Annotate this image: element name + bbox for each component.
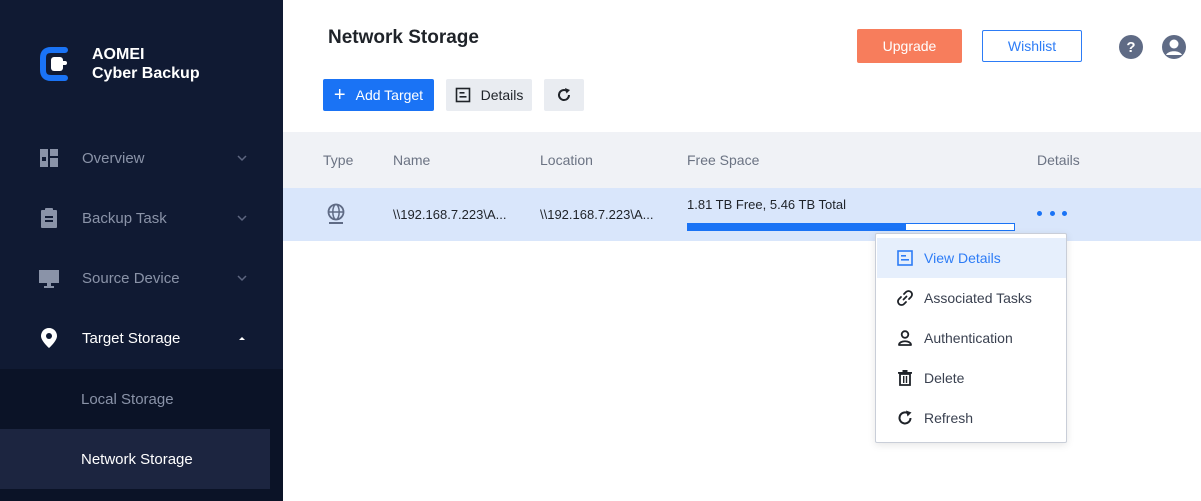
location-pin-icon <box>41 328 57 348</box>
chevron-down-icon <box>237 275 247 282</box>
add-target-label: Add Target <box>355 87 424 103</box>
sidebar-item-local-storage[interactable]: Local Storage <box>0 369 270 429</box>
menu-item-label: Delete <box>924 370 965 386</box>
sidebar-item-label: Backup Task <box>82 209 167 227</box>
target-storage-submenu: Local Storage Network Storage <box>0 369 283 501</box>
main-content: Network Storage Upgrade Wishlist ? + Add… <box>283 0 1201 501</box>
page-title: Network Storage <box>328 27 479 48</box>
column-header-name: Name <box>393 152 431 168</box>
wishlist-button[interactable]: Wishlist <box>982 30 1082 62</box>
brand: AOMEI Cyber Backup <box>37 44 200 84</box>
refresh-button[interactable] <box>544 79 584 111</box>
chevron-down-icon <box>237 215 247 222</box>
refresh-icon <box>898 410 912 425</box>
menu-item-label: Authentication <box>924 330 1013 346</box>
details-label: Details <box>480 87 524 103</box>
menu-item-view-details[interactable]: View Details <box>877 238 1066 278</box>
column-header-free-space: Free Space <box>687 152 760 168</box>
refresh-icon <box>558 88 571 101</box>
sidebar-item-label: Local Storage <box>81 390 174 408</box>
clipboard-icon <box>41 208 57 228</box>
table-header: Type Name Location Free Space Details <box>283 132 1201 188</box>
column-header-type: Type <box>323 152 354 168</box>
more-dot <box>1049 210 1055 216</box>
details-icon <box>897 250 913 266</box>
menu-item-delete[interactable]: Delete <box>877 358 1066 398</box>
overview-icon <box>40 149 58 167</box>
brand-line1: AOMEI <box>92 46 145 63</box>
plus-icon: + <box>333 84 346 106</box>
sidebar-item-backup-task[interactable]: Backup Task <box>0 188 283 248</box>
cell-free-space: 1.81 TB Free, 5.46 TB Total <box>687 197 846 212</box>
sidebar-item-label: Target Storage <box>82 329 181 347</box>
menu-item-label: Refresh <box>924 410 974 426</box>
menu-item-refresh[interactable]: Refresh <box>877 398 1066 438</box>
sidebar-item-label: Network Storage <box>81 450 193 468</box>
more-options-icon[interactable] <box>1037 207 1067 219</box>
brand-name: AOMEI Cyber Backup <box>92 45 200 83</box>
svg-text:?: ? <box>1126 39 1135 56</box>
sidebar: AOMEI Cyber Backup Overview Backup Task <box>0 0 283 501</box>
chevron-up-icon <box>239 337 245 340</box>
globe-icon <box>327 203 345 224</box>
aomei-logo-icon <box>40 47 68 81</box>
add-target-button[interactable]: + Add Target <box>323 79 434 111</box>
sidebar-item-target-storage[interactable]: Target Storage <box>0 308 283 368</box>
help-icon[interactable]: ? <box>1119 35 1143 59</box>
more-dot <box>1037 210 1042 216</box>
details-icon <box>455 87 470 103</box>
link-icon <box>897 290 913 306</box>
cell-name: \\192.168.7.223\A... <box>393 207 507 222</box>
sidebar-item-label: Overview <box>82 149 145 167</box>
chevron-down-icon <box>237 155 247 162</box>
menu-item-label: Associated Tasks <box>924 290 1032 306</box>
details-button[interactable]: Details <box>446 79 532 111</box>
more-dot <box>1062 210 1067 216</box>
menu-item-authentication[interactable]: Authentication <box>877 318 1066 358</box>
sidebar-item-network-storage[interactable]: Network Storage <box>0 429 270 489</box>
cell-location: \\192.168.7.223\A... <box>540 207 654 222</box>
sidebar-item-label: Source Device <box>82 269 180 287</box>
trash-icon <box>898 370 912 386</box>
storage-progress-bar <box>687 223 1015 231</box>
row-actions-menu: View Details Associated Tasks Authentica… <box>875 233 1067 443</box>
user-avatar-icon[interactable] <box>1162 35 1186 59</box>
user-icon <box>898 330 912 346</box>
brand-line2: Cyber Backup <box>92 65 200 82</box>
upgrade-button[interactable]: Upgrade <box>857 29 962 63</box>
column-header-location: Location <box>540 152 593 168</box>
menu-item-associated-tasks[interactable]: Associated Tasks <box>877 278 1066 318</box>
monitor-icon <box>39 270 59 288</box>
menu-item-label: View Details <box>924 250 1001 266</box>
sidebar-item-source-device[interactable]: Source Device <box>0 248 283 308</box>
sidebar-item-overview[interactable]: Overview <box>0 128 283 188</box>
column-header-details: Details <box>1037 152 1080 168</box>
storage-progress-fill <box>688 224 907 230</box>
